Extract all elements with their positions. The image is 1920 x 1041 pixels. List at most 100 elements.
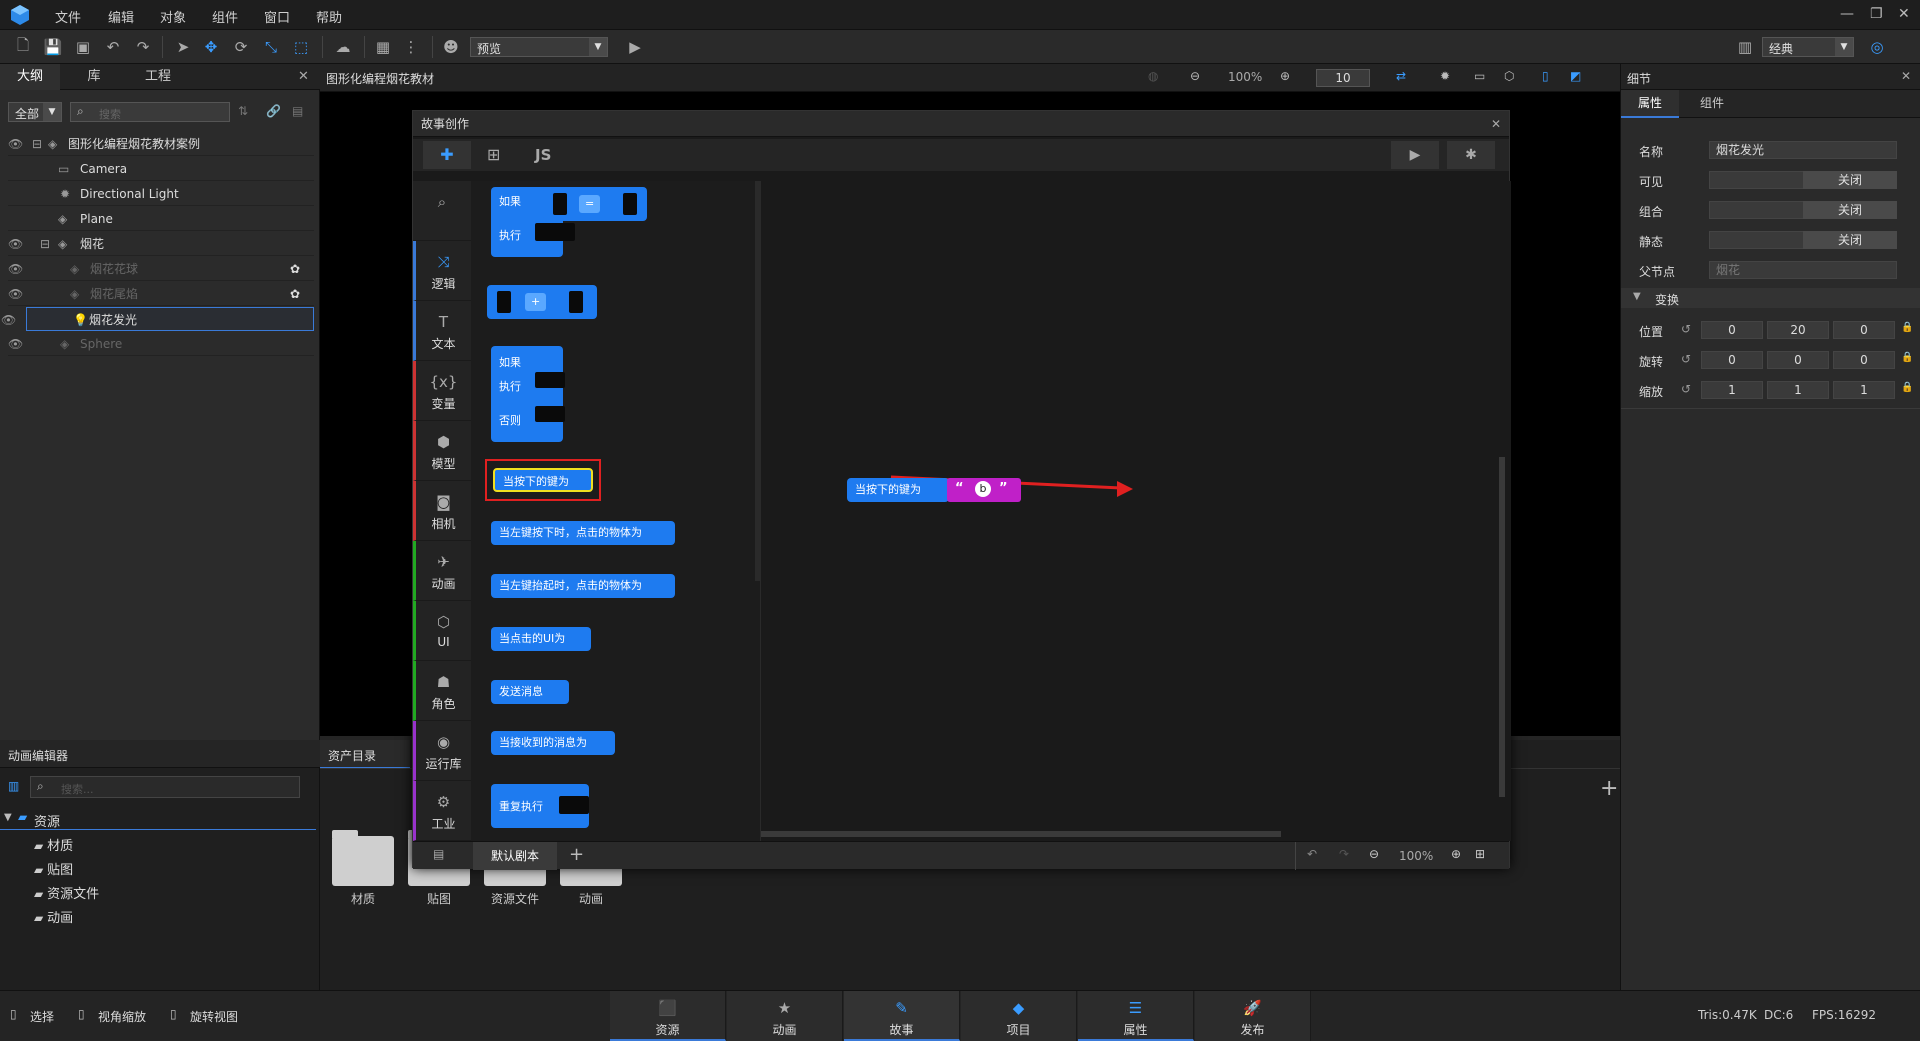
rotation-x[interactable]: 0 [1701, 351, 1763, 369]
fit-icon[interactable]: ⊞ [1475, 847, 1485, 861]
visible-toggle[interactable]: 关闭 [1803, 171, 1897, 189]
reset-icon[interactable]: ↺ [1681, 322, 1691, 336]
bottom-tab-resources[interactable]: ⬛ 资源 [610, 991, 726, 1041]
category-ui[interactable]: ⬡ UI [413, 601, 471, 661]
redo-icon[interactable]: ↷ [1339, 847, 1349, 861]
horizontal-scrollbar[interactable] [761, 831, 1281, 837]
menu-edit[interactable]: 编辑 [108, 7, 134, 26]
asset-folder-materials[interactable] [332, 830, 394, 886]
category-runtime[interactable]: ◉ 运行库 [413, 721, 471, 781]
static-toggle[interactable]: 关闭 [1803, 231, 1897, 249]
close-icon[interactable]: ✕ [1901, 69, 1911, 83]
bottom-tab-project[interactable]: ◆ 项目 [961, 991, 1077, 1041]
category-animation[interactable]: ✈ 动画 [413, 541, 471, 601]
category-model[interactable]: ⬢ 模型 [413, 421, 471, 481]
new-file-icon[interactable]: 🗋 [12, 36, 34, 57]
tree-item-firework[interactable]: 👁 ⊟ ◈ 烟花 [8, 232, 314, 256]
settings-icon[interactable]: ✹ [1440, 69, 1450, 83]
group-toggle[interactable]: 关闭 [1803, 201, 1897, 219]
math-block[interactable]: + [487, 285, 597, 319]
tree-item-resource-files[interactable]: ▰ 资源文件 [34, 883, 99, 905]
compare-operator[interactable]: = [579, 195, 601, 213]
rotate-tool-icon[interactable]: ⟳ [230, 37, 252, 57]
add-script-icon[interactable]: + [569, 844, 584, 865]
repeat-block[interactable]: 重复执行 [491, 784, 589, 828]
eye-icon[interactable]: 👁 [8, 232, 23, 256]
undo-icon[interactable]: ↶ [102, 37, 124, 57]
minimize-icon[interactable]: — [1840, 6, 1854, 22]
collapse-box-icon[interactable]: ⊟ [32, 132, 42, 156]
js-tab[interactable]: JS [535, 146, 551, 164]
tab-library[interactable]: 库 [64, 64, 124, 90]
block-workspace[interactable]: 当按下的键为 “ b ” [761, 181, 1511, 841]
rotation-z[interactable]: 0 [1833, 351, 1895, 369]
layout-select[interactable]: 经典 ▼ [1762, 37, 1854, 57]
tree-item-camera[interactable]: ▭ Camera [8, 157, 314, 181]
tree-item-root[interactable]: 👁 ⊟ ◈ 图形化编程烟花教材案例 [8, 132, 314, 156]
tree-item-materials[interactable]: ▰ 材质 [34, 835, 73, 857]
bottom-tab-animation[interactable]: ★ 动画 [727, 991, 843, 1041]
cube-icon[interactable]: ⬡ [1504, 69, 1514, 83]
scale-z[interactable]: 1 [1833, 381, 1895, 399]
tree-item-animations[interactable]: ▰ 动画 [34, 907, 73, 929]
zoom-in-icon[interactable]: ⊕ [1451, 847, 1461, 861]
send-message-block[interactable]: 发送消息 [491, 680, 569, 704]
key-press-block[interactable]: 当按下的键为 [493, 468, 593, 492]
link-icon[interactable]: 🔗 [266, 104, 281, 118]
position-x[interactable]: 0 [1701, 321, 1763, 339]
lock-icon[interactable]: 🔒 [1901, 352, 1913, 363]
tree-item-sphere[interactable]: 👁 ◈ Sphere [8, 332, 314, 356]
receive-message-block[interactable]: 当接收到的消息为 [491, 731, 615, 755]
menu-file[interactable]: 文件 [55, 7, 81, 26]
tab-properties[interactable]: 属性 [1621, 90, 1679, 118]
run-icon[interactable]: ▶ [1391, 141, 1439, 169]
tab-outline[interactable]: 大纲 [0, 64, 60, 90]
tab-project[interactable]: 工程 [128, 64, 188, 90]
menu-window[interactable]: 窗口 [264, 7, 290, 26]
tree-item-firework-tail[interactable]: 👁 ◈ 烟花尾焰 ✿ [8, 282, 314, 306]
string-block[interactable]: “ b ” [947, 478, 1021, 502]
cloud-icon[interactable]: ☁ [332, 37, 354, 57]
category-character[interactable]: ☗ 角色 [413, 661, 471, 721]
rect-tool-icon[interactable]: ⬚ [290, 37, 312, 57]
grid-size-field[interactable]: 10 [1316, 69, 1370, 87]
left-up-block[interactable]: 当左键抬起时，点击的物体为 [491, 574, 675, 598]
person-icon[interactable]: ☻ [440, 37, 462, 57]
layout-icon[interactable]: ▥ [1734, 37, 1756, 57]
tree-item-light[interactable]: ✹ Directional Light [8, 182, 314, 206]
gizmo-icon[interactable]: ◍ [1148, 69, 1158, 83]
scale-x[interactable]: 1 [1701, 381, 1763, 399]
anim-search[interactable]: ⌕ 搜索... [30, 776, 300, 798]
bottom-tab-properties[interactable]: ☰ 属性 [1078, 991, 1194, 1041]
grid-icon[interactable]: ▦ [372, 37, 394, 57]
bottom-tab-story[interactable]: ✎ 故事 [844, 991, 960, 1041]
scale-y[interactable]: 1 [1767, 381, 1829, 399]
eye-icon[interactable]: 👁 [8, 282, 23, 306]
category-logic[interactable]: ⤨ 逻辑 [413, 241, 471, 301]
rotation-y[interactable]: 0 [1767, 351, 1829, 369]
ui-click-block[interactable]: 当点击的UI为 [491, 627, 591, 651]
menu-object[interactable]: 对象 [160, 7, 186, 26]
left-down-block[interactable]: 当左键按下时，点击的物体为 [491, 521, 675, 545]
script-list-icon[interactable]: ▤ [433, 847, 444, 861]
close-icon[interactable]: ✕ [1491, 111, 1501, 137]
position-y[interactable]: 20 [1767, 321, 1829, 339]
tree-item-plane[interactable]: ◈ Plane [8, 207, 314, 231]
camera-view-icon[interactable]: ▭ [1474, 69, 1485, 83]
sort-icon[interactable]: ⇅ [238, 104, 248, 118]
reset-icon[interactable]: ↺ [1681, 382, 1691, 396]
debug-icon[interactable]: ✱ [1447, 141, 1495, 169]
tree-item-resources[interactable]: ▼ ▰ 资源 [0, 808, 316, 830]
save-icon[interactable]: 💾 [42, 37, 64, 57]
zoom-out-icon[interactable]: ⊖ [1369, 847, 1379, 861]
compare-block[interactable]: = [543, 187, 647, 221]
close-icon[interactable]: ✕ [298, 69, 309, 84]
eye-icon[interactable]: 👁 [8, 257, 23, 281]
menu-component[interactable]: 组件 [212, 7, 238, 26]
asset-tab[interactable]: 资产目录 [320, 740, 410, 768]
vertical-scrollbar[interactable] [1499, 457, 1505, 797]
category-text[interactable]: T 文本 [413, 301, 471, 361]
flowchart-tab-icon[interactable]: ⊞ [487, 145, 500, 164]
collapse-box-icon[interactable]: ⊟ [40, 232, 50, 256]
mobile-icon[interactable]: ▯ [1542, 69, 1549, 83]
